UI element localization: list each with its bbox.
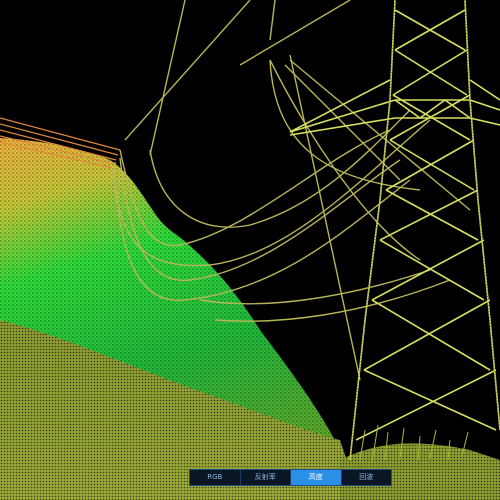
point-cloud-scene[interactable] xyxy=(0,0,500,500)
tab-reflectance[interactable]: 反射率 xyxy=(241,470,291,485)
tab-rgb[interactable]: RGB xyxy=(190,470,241,485)
vegetation-point-cloud xyxy=(0,138,500,500)
tab-echo[interactable]: 回波 xyxy=(342,470,392,485)
render-mode-bar: RGB 反射率 高度 回波 xyxy=(189,469,392,486)
point-cloud-viewport[interactable]: RGB 反射率 高度 回波 xyxy=(0,0,500,500)
tab-elevation[interactable]: 高度 xyxy=(291,470,342,485)
